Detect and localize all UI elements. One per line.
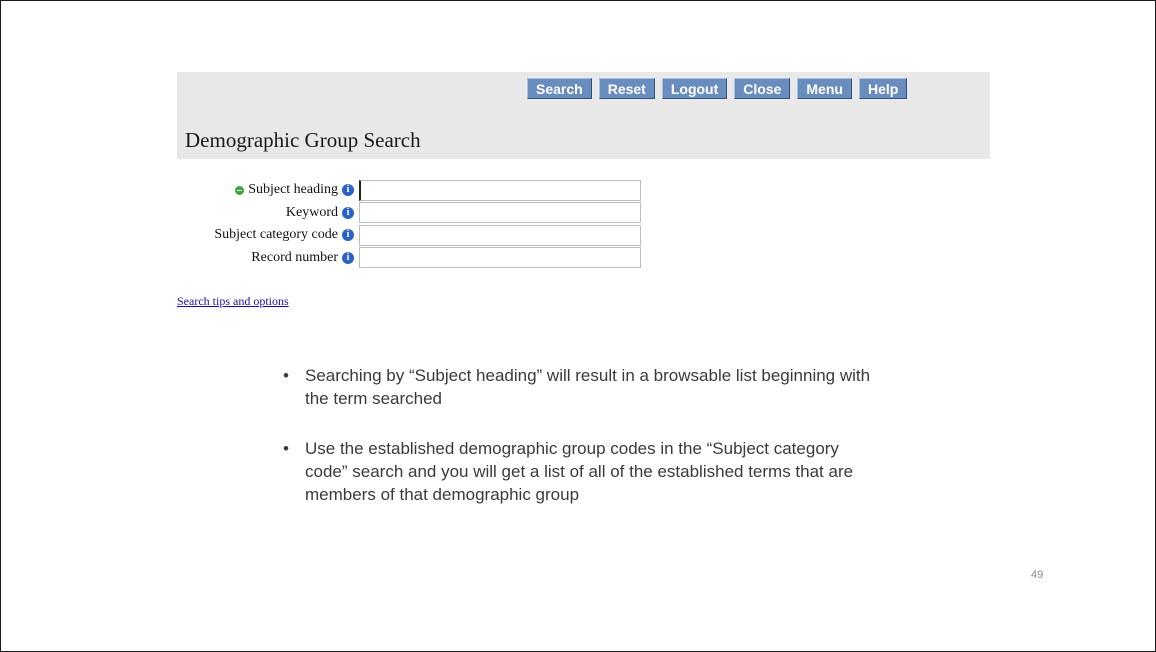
note-item: • Searching by “Subject heading” will re…	[283, 364, 883, 410]
record-number-input[interactable]	[359, 247, 641, 268]
slide: Search Reset Logout Close Menu Help Demo…	[0, 0, 1156, 652]
form-row-keyword: Keyword i	[177, 202, 641, 224]
subject-category-code-label-cell: Subject category code i	[177, 227, 359, 243]
bullet-icon: •	[283, 366, 289, 385]
note-item: • Use the established demographic group …	[283, 437, 883, 506]
info-icon[interactable]: i	[342, 251, 354, 264]
keyword-label: Keyword	[285, 204, 338, 220]
note-text: Searching by “Subject heading” will resu…	[305, 366, 871, 408]
menu-button[interactable]: Menu	[797, 78, 852, 99]
keyword-label-cell: Keyword i	[177, 205, 359, 221]
note-text: Use the established demographic group co…	[305, 439, 854, 504]
subject-heading-input[interactable]	[359, 179, 641, 201]
subject-category-code-input[interactable]	[359, 224, 641, 246]
page-number: 49	[1031, 569, 1044, 581]
info-icon[interactable]: i	[342, 184, 354, 196]
close-button[interactable]: Close	[734, 78, 791, 99]
logout-button[interactable]: Logout	[661, 78, 728, 99]
subject-category-code-label: Subject category code	[214, 227, 338, 242]
search-tips-link[interactable]: Search tips and options	[177, 294, 289, 309]
reset-button[interactable]: Reset	[598, 78, 655, 99]
app-header: Search Reset Logout Close Menu Help Demo…	[177, 72, 990, 159]
record-number-label: Record number	[251, 249, 338, 265]
required-dot-icon	[235, 185, 245, 195]
help-button[interactable]: Help	[858, 78, 908, 99]
search-form: Subject heading i Keyword i Subject cate…	[177, 179, 641, 269]
info-icon[interactable]: i	[342, 206, 354, 219]
form-row-subject-category-code: Subject category code i	[177, 224, 641, 246]
subject-heading-label: Subject heading	[248, 182, 338, 197]
subject-heading-label-cell: Subject heading i	[177, 182, 359, 198]
search-button[interactable]: Search	[527, 78, 592, 99]
form-row-record-number: Record number i	[177, 247, 641, 269]
record-number-label-cell: Record number i	[177, 250, 359, 266]
info-icon[interactable]: i	[342, 229, 354, 241]
form-row-subject-heading: Subject heading i	[177, 179, 641, 201]
page-title: Demographic Group Search	[185, 128, 421, 152]
bullet-icon: •	[283, 439, 289, 458]
notes-list: • Searching by “Subject heading” will re…	[283, 364, 883, 506]
keyword-input[interactable]	[359, 202, 641, 223]
toolbar: Search Reset Logout Close Menu Help	[527, 78, 908, 99]
